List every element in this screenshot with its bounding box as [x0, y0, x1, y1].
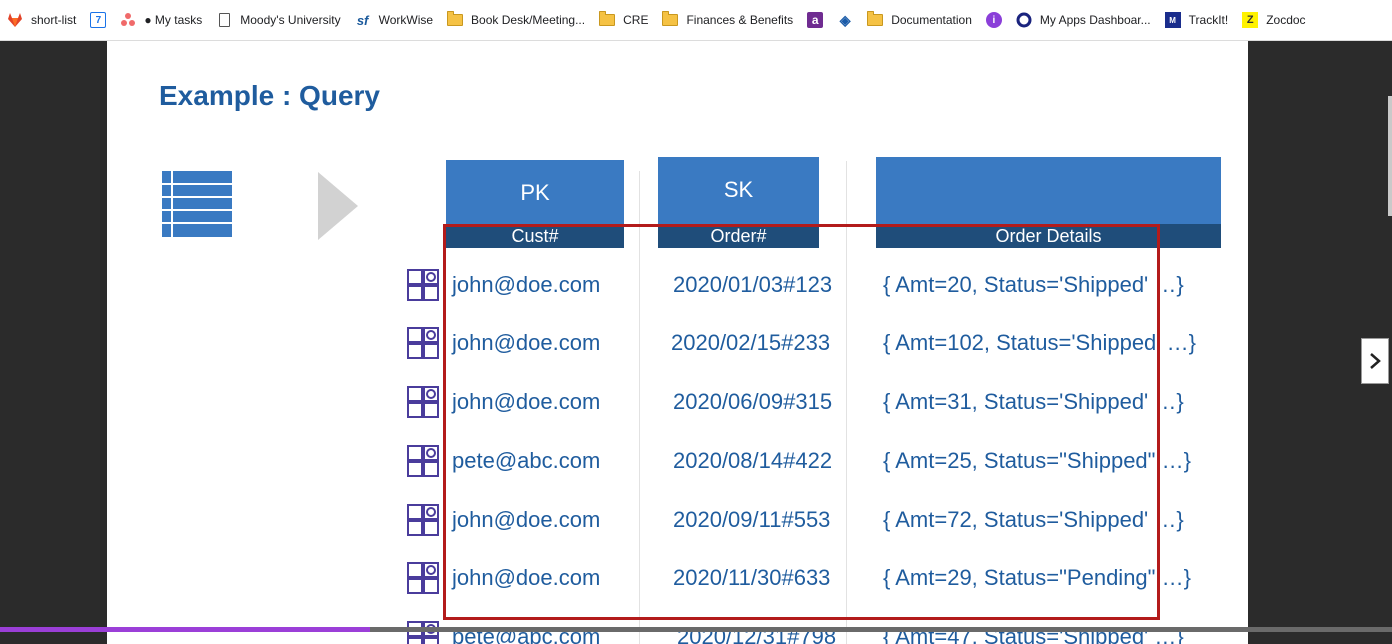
document-icon — [216, 12, 232, 28]
bookmark-book-desk[interactable]: Book Desk/Meeting... — [440, 6, 592, 34]
bookmark-calendar[interactable]: 7 — [83, 6, 113, 34]
folder-icon — [662, 11, 679, 28]
bookmark-label: Book Desk/Meeting... — [471, 13, 586, 27]
sk-header-label: SK — [723, 177, 754, 202]
bookmark-purple-app[interactable]: i — [979, 6, 1009, 34]
bookmark-label: CRE — [623, 13, 649, 27]
calendar-icon: 7 — [90, 12, 107, 28]
bookmark-label: TrackIt! — [1188, 13, 1229, 27]
a-app-icon: a — [807, 12, 824, 28]
salesforce-icon: sf — [356, 12, 369, 28]
pk-header: PK — [446, 160, 624, 224]
bookmark-label: short-list — [31, 13, 77, 27]
bookmark-label: My Apps Dashboar... — [1039, 13, 1151, 27]
left-gutter — [0, 41, 107, 644]
bookmark-zocdoc[interactable]: Z Zocdoc — [1235, 6, 1312, 34]
bookmark-trackit[interactable]: M TrackIt! — [1158, 6, 1236, 34]
bookmark-label: Zocdoc — [1266, 13, 1306, 27]
bookmark-label: WorkWise — [378, 13, 434, 27]
folder-icon — [447, 11, 464, 28]
zocdoc-icon: Z — [1242, 12, 1259, 28]
details-header — [876, 157, 1221, 224]
purple-app-icon: i — [985, 12, 1002, 28]
folder-icon — [867, 11, 884, 28]
gitlab-icon — [7, 12, 23, 28]
table-icon — [162, 171, 232, 237]
bookmark-documentation[interactable]: Documentation — [860, 6, 979, 34]
slide-title: Example : Query — [159, 80, 380, 111]
scrollbar-thumb[interactable] — [1388, 96, 1392, 216]
item-icon — [407, 327, 439, 359]
bookmark-a-app[interactable]: a — [800, 6, 830, 34]
pk-header-label: PK — [520, 180, 550, 205]
asana-icon — [120, 12, 136, 28]
bookmark-my-apps-dashboard[interactable]: My Apps Dashboar... — [1009, 6, 1158, 34]
bookmark-my-tasks[interactable]: ● My tasks — [113, 6, 209, 34]
bookmark-moodys-university[interactable]: Moody's University — [209, 6, 347, 34]
bookmark-cre[interactable]: CRE — [592, 6, 655, 34]
okta-icon — [1016, 12, 1032, 28]
item-icon — [407, 504, 439, 536]
sk-header: SK — [658, 157, 819, 224]
query-highlight-box — [443, 224, 1160, 620]
bookmark-short-list[interactable]: short-list — [0, 6, 83, 34]
next-slide-button[interactable] — [1361, 338, 1389, 384]
bookmark-label: Moody's University — [240, 13, 341, 27]
bookmark-workwise[interactable]: sf WorkWise — [348, 6, 440, 34]
presentation-slide: Example : Query PK Cust# SK Order# Order… — [107, 41, 1248, 644]
bookmarks-bar: short-list 7 ● My tasks Moody's Universi… — [0, 0, 1392, 41]
chase-icon: ◈ — [839, 11, 851, 28]
item-icon — [407, 562, 439, 594]
video-progress-bar[interactable] — [0, 627, 1392, 632]
play-arrow-icon — [318, 172, 358, 240]
chevron-right-icon — [1370, 353, 1381, 369]
progress-track — [370, 627, 1392, 632]
folder-icon — [599, 11, 616, 28]
item-icon — [407, 269, 439, 301]
bookmark-label: ● My tasks — [144, 13, 203, 27]
bookmark-finances-benefits[interactable]: Finances & Benefits — [655, 6, 800, 34]
item-icon — [407, 386, 439, 418]
bookmark-label: Finances & Benefits — [686, 13, 794, 27]
progress-fill — [0, 627, 370, 632]
item-icon — [407, 621, 439, 644]
bookmark-chase[interactable]: ◈ — [830, 6, 860, 34]
bookmark-label: Documentation — [891, 13, 972, 27]
item-icon — [407, 445, 439, 477]
moodys-icon: M — [1164, 12, 1181, 28]
